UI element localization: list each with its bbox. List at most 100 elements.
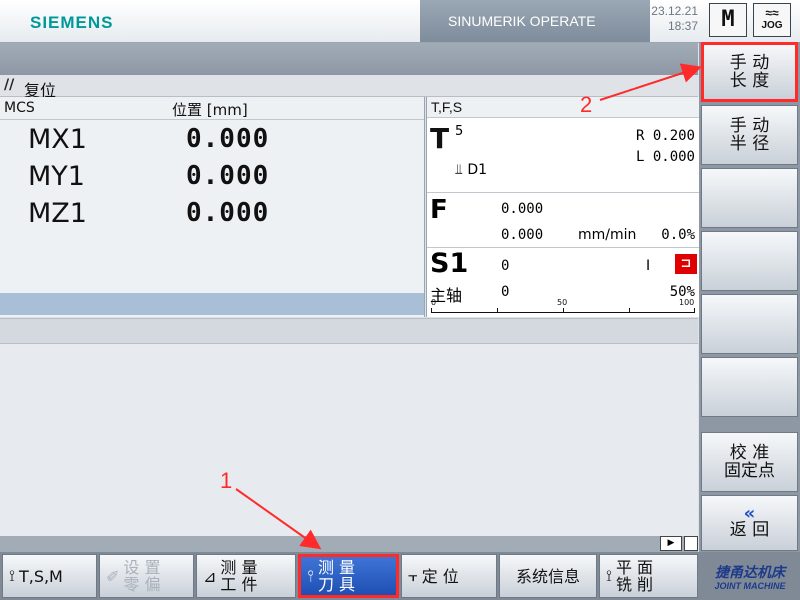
axis-value: 0.000	[186, 161, 270, 191]
selection-bar	[0, 293, 424, 315]
softkey-label-line: 工 件	[220, 575, 258, 594]
coordinate-system-label: MCS	[4, 100, 35, 116]
scale-tick	[563, 308, 564, 312]
feed-block: F 0.000 0.000 mm/min 0.0%	[427, 193, 699, 248]
axis-row-x: MX1 0.000	[0, 120, 424, 157]
softkey-label-line: 刀 具	[317, 575, 356, 594]
tool-edge: ⫫ D1	[455, 162, 487, 178]
date-text: 23.12.21	[651, 4, 698, 18]
scale-max: 100	[679, 298, 695, 307]
axis-value: 0.000	[186, 124, 270, 154]
date-time: 23.12.21 18:37	[650, 4, 698, 34]
tool-letter: T	[430, 122, 450, 155]
time-text: 18:37	[667, 19, 698, 33]
softkey-empty-5[interactable]	[701, 294, 798, 354]
face-milling-icon: ⟟	[606, 566, 612, 585]
scale-min: 0	[431, 298, 437, 307]
product-name: SINUMERIK OPERATE	[448, 13, 596, 29]
softkey-label-line: 铣 削	[615, 575, 654, 594]
work-area	[0, 344, 698, 536]
header-bar: SIEMENS SINUMERIK OPERATE 23.12.21 18:37…	[0, 0, 800, 43]
measure-workpiece-icon: ⊿	[203, 566, 217, 586]
softkey-label: T,S,M	[18, 566, 63, 586]
machine-mode-button[interactable]: M	[709, 3, 747, 37]
softkey-label: 手 动	[729, 53, 770, 73]
jog-wave-icon: ≈≈	[765, 6, 779, 20]
softkey-label: 校 准	[729, 443, 770, 463]
softkey-measure-workpiece[interactable]: ⊿ 测 量工 件	[196, 554, 296, 598]
softkey-system-info[interactable]: 系统信息	[499, 554, 597, 598]
axis-row-y: MY1 0.000	[0, 157, 424, 194]
softkey-label: 半 径	[729, 134, 770, 154]
scale-tick	[629, 308, 630, 312]
spindle-letter: S1	[430, 248, 469, 279]
annotation-number-2: 2	[580, 92, 593, 117]
spindle-setpoint: 0	[501, 258, 510, 274]
back-chevron-icon: «	[743, 503, 756, 524]
softkey-set-zero-offset[interactable]: ✐ 设 置零 偏	[99, 554, 194, 598]
softkey-label: 系统信息	[515, 566, 580, 586]
axis-value: 0.000	[186, 198, 270, 228]
scale-tick	[694, 308, 695, 312]
softkey-label: 手 动	[729, 116, 770, 136]
measure-tool-icon: ⫯	[307, 566, 314, 585]
program-bar	[0, 43, 698, 75]
spindle-override-scale: 0 50 100	[431, 298, 695, 313]
jog-mode-button[interactable]: ≈≈ JOG	[753, 3, 791, 37]
position-panel: MCS 位置 [mm] MX1 0.000 MY1 0.000 MZ1 0.00…	[0, 97, 425, 317]
siemens-logo: SIEMENS	[30, 13, 114, 32]
softkey-label: 测 量工 件	[220, 559, 257, 593]
feed-setpoint: 0.000	[501, 201, 544, 217]
softkey-label: 定 位	[421, 566, 459, 586]
logo-sub: JOINT MACHINE	[714, 581, 786, 591]
softkey-label: 平 面铣 削	[616, 559, 653, 593]
watermark-logo: 捷甬达机床 JOINT MACHINE	[700, 566, 800, 600]
feed-letter: F	[430, 195, 448, 225]
spindle-gear: I	[646, 258, 651, 274]
softkey-face-milling[interactable]: ⟟ 平 面铣 削	[599, 554, 698, 598]
feed-actual: 0.000	[501, 227, 544, 243]
spindle-stop-icon: ⊐	[675, 254, 697, 274]
softkey-label: 固定点	[724, 461, 775, 481]
softkey-empty-3[interactable]	[701, 168, 798, 228]
scale-tick	[497, 308, 498, 312]
page-indicator	[684, 536, 698, 551]
softkey-label: 返 回	[729, 520, 770, 540]
tfs-panel: T,F,S T 5 R 0.200 L 0.000 ⫫ D1 F 0.000 0…	[426, 97, 699, 317]
positioning-icon: ⫟	[408, 566, 418, 585]
tool-block: T 5 R 0.200 L 0.000 ⫫ D1	[427, 118, 699, 193]
softkey-empty-6[interactable]	[701, 357, 798, 417]
scale-mid: 50	[557, 298, 568, 307]
softkey-label: 长 度	[729, 71, 770, 91]
tool-icon: ⟟	[9, 566, 15, 585]
next-page-button[interactable]: ▶	[660, 536, 682, 551]
softkey-positioning[interactable]: ⫟ 定 位	[401, 554, 497, 598]
tool-number: 5	[455, 124, 464, 139]
softkey-label-line: 零 偏	[123, 575, 161, 594]
message-row	[0, 318, 698, 344]
bottom-status-bar	[0, 536, 698, 552]
tool-holder-icon: ⫫	[455, 162, 468, 178]
reset-icon: //	[4, 77, 15, 93]
logo-main: 捷甬达机床	[715, 565, 785, 581]
axis-name: MZ1	[28, 198, 87, 229]
axis-row-z: MZ1 0.000	[0, 194, 424, 231]
softkey-label: 测 量刀 具	[318, 559, 355, 593]
position-unit-label: 位置 [mm]	[172, 101, 248, 119]
softkey-empty-4[interactable]	[701, 231, 798, 291]
softkey-manual-length[interactable]: 手 动 长 度	[701, 42, 798, 102]
feed-override: 0.0%	[661, 227, 695, 243]
softkey-tsm[interactable]: ⟟ T,S,M	[2, 554, 97, 598]
softkey-label: 设 置零 偏	[123, 559, 160, 593]
softkey-manual-radius[interactable]: 手 动 半 径	[701, 105, 798, 165]
feed-unit: mm/min	[578, 227, 637, 243]
axis-name: MY1	[28, 161, 85, 192]
tool-radius: R 0.200	[635, 128, 695, 144]
softkey-back[interactable]: « 返 回	[701, 495, 798, 551]
softkey-measure-tool[interactable]: ⫯ 测 量刀 具	[298, 554, 399, 598]
jog-label: JOG	[761, 20, 783, 31]
softkey-calibrate-fixed-point[interactable]: 校 准 固定点	[701, 432, 798, 492]
tfs-header: T,F,S	[427, 97, 699, 118]
tfs-title: T,F,S	[431, 99, 463, 115]
tool-edge-value: D1	[467, 162, 488, 178]
